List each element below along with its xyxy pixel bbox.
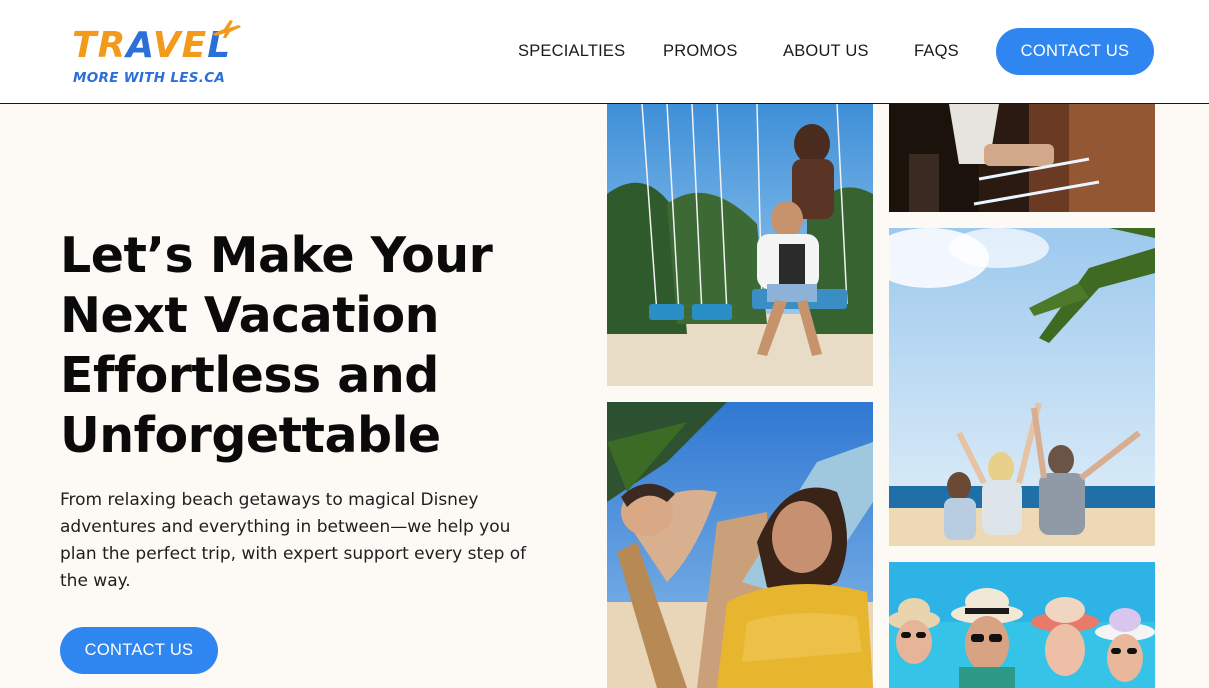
nav-specialties[interactable]: SPECIALTIES	[518, 42, 625, 61]
friends-sun-hats-photo	[889, 562, 1155, 688]
site-header: TRAVEL MORE WITH LES.CA SPECIALTIES PROM…	[0, 0, 1209, 104]
airplane-icon	[212, 20, 241, 38]
hero-title: Let’s Make Your Next Vacation Effortless…	[60, 226, 580, 466]
hero-description: From relaxing beach getaways to magical …	[60, 490, 527, 591]
hero-title-line: Let’s Make Your	[60, 227, 493, 284]
beach-hammock-couple-photo	[607, 402, 873, 688]
nav-about-us[interactable]: ABOUT US	[783, 42, 869, 61]
nav-faqs[interactable]: FAQS	[914, 42, 959, 61]
brand-logo[interactable]: TRAVEL MORE WITH LES.CA	[70, 18, 245, 88]
hero-title-line: Next Vacation	[60, 287, 440, 344]
logo-tagline: MORE WITH LES.CA	[73, 70, 226, 86]
beach-swing-couple-photo	[607, 104, 873, 386]
family-beach-cheering-photo	[889, 228, 1155, 546]
bar-interior-photo	[889, 104, 1155, 212]
nav-promos[interactable]: PROMOS	[663, 42, 738, 61]
logo-wordmark: TRAVEL	[72, 25, 232, 66]
hero-title-line: Effortless and	[60, 347, 439, 404]
hero-contact-button[interactable]: CONTACT US	[60, 627, 218, 674]
hero-title-line: Unforgettable	[60, 407, 441, 464]
header-contact-button[interactable]: CONTACT US	[996, 28, 1154, 75]
